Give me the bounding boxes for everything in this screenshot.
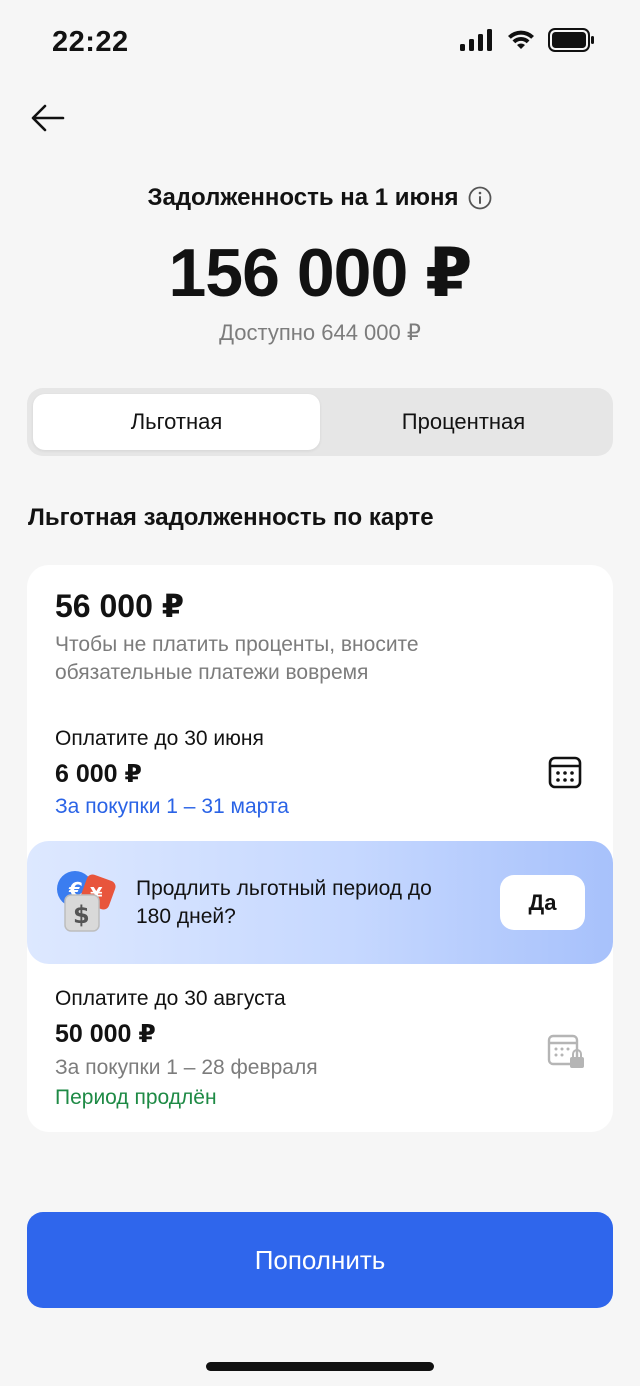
currency-coins-icon: € ¥ $ xyxy=(53,867,125,939)
back-button[interactable] xyxy=(26,96,70,140)
svg-text:$: $ xyxy=(73,901,90,929)
arrow-left-icon xyxy=(31,104,65,132)
home-indicator xyxy=(206,1362,434,1371)
calendar-locked-icon xyxy=(545,1030,587,1072)
payment-amount: 6 000 ₽ xyxy=(55,760,142,788)
tab-grace[interactable]: Льготная xyxy=(33,394,320,450)
battery-icon xyxy=(548,28,594,52)
grace-debt-hint: Чтобы не платить проценты, вносите обяза… xyxy=(55,633,419,684)
wifi-icon xyxy=(508,30,534,49)
payment-card-top: 56 000 ₽ Чтобы не платить проценты, внос… xyxy=(27,565,613,865)
extend-grace-yes-button[interactable]: Да xyxy=(500,875,585,930)
calendar-icon xyxy=(548,756,582,789)
payment-amount: 50 000 ₽ xyxy=(55,1020,156,1048)
available-limit: Доступно 644 000 ₽ xyxy=(219,320,421,345)
payment-deadline-label: Оплатите до 30 августа xyxy=(55,987,286,1010)
payment-period: За покупки 1 – 28 февраля xyxy=(55,1056,318,1079)
top-up-button[interactable]: Пополнить xyxy=(27,1212,613,1308)
debt-type-tabs: Льготная Процентная xyxy=(27,388,613,456)
status-bar: 22:22 xyxy=(0,0,640,88)
status-time: 22:22 xyxy=(52,26,129,58)
payment-deadline-label: Оплатите до 30 июня xyxy=(55,727,264,750)
status-icons xyxy=(460,28,596,52)
payment-period-link[interactable]: За покупки 1 – 31 марта xyxy=(55,795,289,819)
section-title: Льготная задолженность по карте xyxy=(28,504,434,531)
info-icon[interactable] xyxy=(467,185,493,211)
tab-interest[interactable]: Процентная xyxy=(320,394,607,450)
debt-header: Задолженность на 1 июня xyxy=(0,184,640,212)
grace-debt-amount: 56 000 ₽ xyxy=(55,588,185,624)
calendar-button[interactable] xyxy=(545,752,585,792)
extend-grace-text: Продлить льготный период до 180 дней? xyxy=(136,877,432,928)
period-extended-status: Период продлён xyxy=(55,1086,217,1109)
payment-card-bottom: Оплатите до 30 августа 50 000 ₽ За покуп… xyxy=(27,940,613,1132)
debt-amount: 156 000 ₽ xyxy=(168,235,472,311)
signal-icon xyxy=(460,29,492,51)
debt-title: Задолженность на 1 июня xyxy=(147,184,459,211)
extend-grace-banner: € ¥ $ Продлить льготный период до 180 дн… xyxy=(27,841,613,964)
